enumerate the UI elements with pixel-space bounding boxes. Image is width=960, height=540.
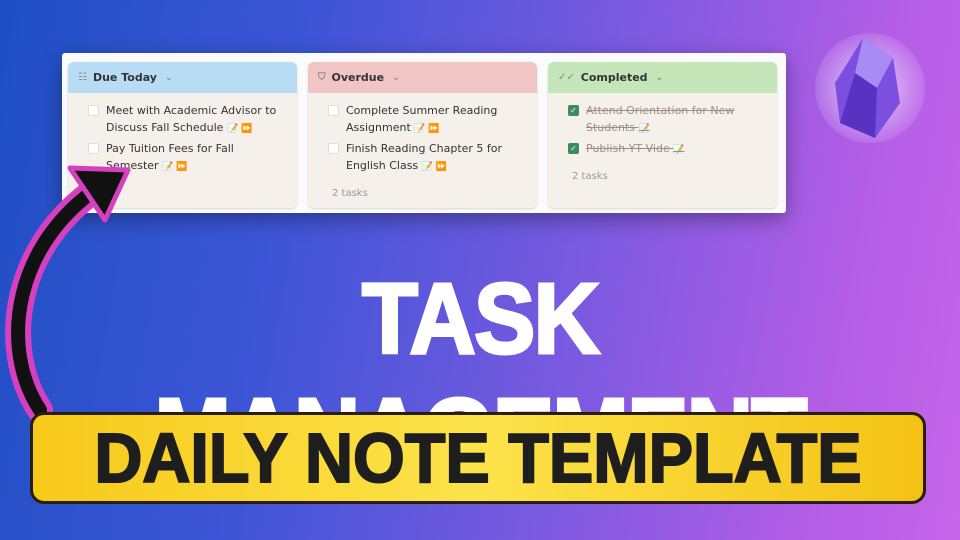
task-count: 2 tasks	[332, 188, 368, 199]
column-title: Overdue	[331, 71, 385, 84]
task-item: ✓ Attend Orientation for New Students 📝	[548, 102, 777, 138]
task-emoji: 📝 ⏩	[162, 162, 188, 172]
task-emoji: 📝	[638, 124, 650, 134]
task-count: 2 tasks	[572, 171, 608, 182]
column-header[interactable]: ✓✓ Completed ⌄	[548, 62, 777, 93]
chevron-down-icon[interactable]: ⌄	[392, 73, 400, 83]
column-completed: ✓✓ Completed ⌄ ✓ Attend Orientation for …	[548, 62, 777, 208]
column-overdue: ⛉ Overdue ⌄ Complete Summer Reading Assi…	[308, 62, 537, 208]
task-emoji: 📝 ⏩	[414, 124, 440, 134]
column-title: Due Today	[92, 71, 157, 84]
task-item: Meet with Academic Advisor to Discuss Fa…	[68, 102, 297, 138]
check-double-icon: ✓✓	[558, 72, 575, 83]
task-item: Complete Summer Reading Assignment 📝 ⏩	[308, 102, 537, 138]
shield-icon: ⛉	[318, 72, 326, 83]
task-item: Finish Reading Chapter 5 for English Cla…	[308, 140, 537, 176]
task-text: Attend Orientation for New Students	[586, 104, 735, 134]
chevron-down-icon[interactable]: ⌄	[656, 73, 664, 83]
chevron-down-icon[interactable]: ⌄	[165, 73, 173, 83]
task-emoji: 📝	[673, 145, 685, 155]
task-checkbox[interactable]	[328, 143, 339, 154]
column-title: Completed	[580, 71, 648, 84]
task-checkbox[interactable]: ✓	[568, 105, 579, 116]
column-header[interactable]: ☷ Due Today ⌄	[68, 62, 297, 93]
task-emoji: 📝 ⏩	[226, 124, 253, 134]
column-header[interactable]: ⛉ Overdue ⌄	[308, 62, 537, 93]
list-icon: ☷	[78, 72, 87, 83]
task-checkbox[interactable]: ✓	[568, 143, 579, 154]
obsidian-logo-icon	[815, 33, 925, 143]
task-checkbox[interactable]	[328, 105, 339, 116]
task-emoji: 📝 ⏩	[421, 162, 447, 172]
task-text: Publish YT Vide	[586, 142, 670, 155]
kanban-board-panel: ☷ Due Today ⌄ Meet with Academic Advisor…	[62, 53, 786, 213]
subtitle-banner: DAILY NOTE TEMPLATE	[30, 412, 926, 504]
task-item: ✓ Publish YT Vide 📝	[548, 140, 777, 159]
banner-text: DAILY NOTE TEMPLATE	[93, 418, 862, 498]
task-checkbox[interactable]	[88, 105, 99, 116]
